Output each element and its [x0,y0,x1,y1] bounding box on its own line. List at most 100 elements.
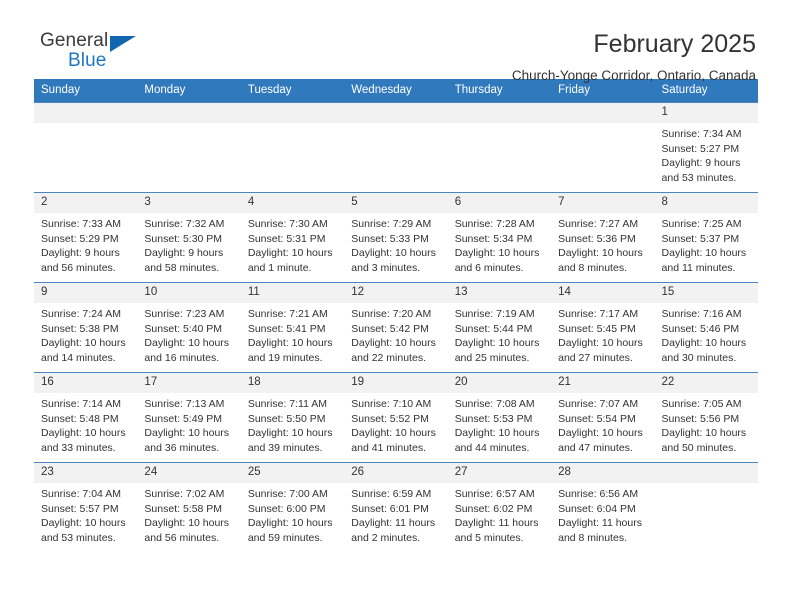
calendar-empty-cell [137,102,241,193]
sunrise-text: Sunrise: 7:32 AM [144,218,225,230]
calendar-day-cell[interactable]: 19 Sunrise: 7:10 AM Sunset: 5:52 PM Dayligh… [344,372,448,463]
day-number: 15 [654,283,758,303]
daylight-text-line1: Daylight: 10 hours [661,247,747,260]
daylight-text-line1: Daylight: 10 hours [41,427,126,440]
calendar-empty-cell [551,102,655,193]
daylight-text-line2: and 50 minutes. [661,441,737,454]
calendar-day-cell[interactable]: 12 Sunrise: 7:20 AM Sunset: 5:42 PM Dayligh… [344,282,448,373]
calendar-day-cell[interactable]: 3 Sunrise: 7:32 AM Sunset: 5:30 PM Daylight… [137,192,241,283]
calendar-day-cell[interactable]: 5 Sunrise: 7:29 AM Sunset: 5:33 PM Daylight… [344,192,448,283]
daylight-text-line1: Daylight: 10 hours [351,427,436,440]
calendar-day-cell[interactable]: 24 Sunrise: 7:02 AM Sunset: 5:58 PM Dayligh… [137,462,241,553]
calendar-day-cell[interactable]: 26 Sunrise: 6:59 AM Sunset: 6:01 PM Dayligh… [344,462,448,553]
day-number: 27 [447,463,552,483]
calendar-day-cell[interactable]: 14 Sunrise: 7:17 AM Sunset: 5:45 PM Dayligh… [551,282,655,373]
weekday-header-monday: Monday [137,79,241,103]
calendar-day-cell[interactable]: 16 Sunrise: 7:14 AM Sunset: 5:48 PM Dayligh… [34,372,138,463]
calendar-day-cell[interactable]: 28 Sunrise: 6:56 AM Sunset: 6:04 PM Dayligh… [551,462,655,553]
sunset-text: Sunset: 5:40 PM [144,322,223,335]
calendar-week-row: 9 Sunrise: 7:24 AM Sunset: 5:38 PM Daylight… [34,282,758,373]
day-number: 23 [34,463,138,483]
calendar-day-cell[interactable]: 8 Sunrise: 7:25 AM Sunset: 5:37 PM Daylight… [654,192,758,283]
page-header: General Blue February 2025 Church-Yonge … [34,0,758,83]
calendar-day-cell[interactable]: 25 Sunrise: 7:00 AM Sunset: 6:00 PM Dayligh… [240,462,345,553]
calendar-day-cell[interactable]: 6 Sunrise: 7:28 AM Sunset: 5:34 PM Daylight… [447,192,552,283]
sunrise-text: Sunrise: 7:08 AM [454,398,535,410]
calendar-day-cell[interactable]: 15 Sunrise: 7:16 AM Sunset: 5:46 PM Dayligh… [654,282,758,373]
sunset-text: Sunset: 5:49 PM [144,412,223,425]
day-details: Sunrise: 6:57 AM Sunset: 6:02 PM Daylight:… [448,483,551,545]
calendar-empty-cell [654,462,758,553]
sunset-text: Sunset: 6:01 PM [351,502,429,515]
calendar-day-cell[interactable]: 17 Sunrise: 7:13 AM Sunset: 5:49 PM Dayligh… [137,372,241,463]
daylight-text-line2: and 11 minutes. [661,261,736,274]
daylight-text-line1: Daylight: 9 hours [661,157,741,170]
day-number: 17 [137,373,241,393]
logo-text-blue: Blue [68,50,107,71]
daylight-text-line2: and 2 minutes. [351,531,421,544]
day-number: 21 [551,373,655,393]
day-details: Sunrise: 7:00 AM Sunset: 6:00 PM Daylight:… [241,483,344,545]
general-blue-logo[interactable]: General Blue [34,30,144,76]
sunrise-text: Sunrise: 6:59 AM [351,488,432,500]
daylight-text-line1: Daylight: 9 hours [144,247,224,260]
sunrise-text: Sunrise: 7:25 AM [661,218,742,230]
calendar-page: General Blue February 2025 Church-Yonge … [0,0,792,612]
calendar-day-cell[interactable]: 21 Sunrise: 7:07 AM Sunset: 5:54 PM Dayligh… [551,372,655,463]
location-subtitle: Church-Yonge Corridor, Ontario, Canada [511,68,756,83]
calendar-day-cell[interactable]: 20 Sunrise: 7:08 AM Sunset: 5:53 PM Dayligh… [447,372,552,463]
daylight-text-line1: Daylight: 10 hours [558,247,643,260]
calendar-day-cell[interactable]: 23 Sunrise: 7:04 AM Sunset: 5:57 PM Dayligh… [34,462,138,553]
day-details: Sunrise: 7:24 AM Sunset: 5:38 PM Daylight:… [34,303,137,365]
daylight-text-line1: Daylight: 11 hours [351,517,436,530]
day-number [34,103,138,123]
day-number: 3 [137,193,241,213]
day-number: 6 [447,193,552,213]
day-number [551,103,655,123]
sunset-text: Sunset: 5:57 PM [41,502,119,515]
sunrise-text: Sunrise: 7:30 AM [247,218,328,230]
calendar-body: 1 Sunrise: 7:34 AM Sunset: 5:27 PM Daylight… [34,102,758,553]
day-number: 24 [137,463,241,483]
day-number [344,103,448,123]
daylight-text-line2: and 3 minutes. [351,261,421,274]
sunset-text: Sunset: 5:52 PM [351,412,429,425]
calendar-day-cell[interactable]: 18 Sunrise: 7:11 AM Sunset: 5:50 PM Dayligh… [240,372,345,463]
calendar-day-cell[interactable]: 7 Sunrise: 7:27 AM Sunset: 5:36 PM Daylight… [551,192,655,283]
day-details: Sunrise: 7:34 AM Sunset: 5:27 PM Daylight:… [655,123,758,185]
sunset-text: Sunset: 5:50 PM [247,412,326,425]
day-number: 25 [240,463,345,483]
daylight-text-line1: Daylight: 10 hours [454,247,540,260]
sunrise-text: Sunrise: 7:02 AM [144,488,225,500]
calendar-day-cell[interactable]: 11 Sunrise: 7:21 AM Sunset: 5:41 PM Dayligh… [240,282,345,373]
calendar-day-cell[interactable]: 2 Sunrise: 7:33 AM Sunset: 5:29 PM Daylight… [34,192,138,283]
calendar-day-cell[interactable]: 4 Sunrise: 7:30 AM Sunset: 5:31 PM Daylight… [240,192,345,283]
calendar-day-cell[interactable]: 9 Sunrise: 7:24 AM Sunset: 5:38 PM Daylight… [34,282,138,373]
calendar-week-row: 2 Sunrise: 7:33 AM Sunset: 5:29 PM Daylight… [34,192,758,283]
sunrise-text: Sunrise: 7:04 AM [41,488,121,500]
weekday-header-tuesday: Tuesday [240,79,345,103]
sunrise-text: Sunrise: 7:34 AM [661,128,742,140]
calendar-empty-cell [447,102,552,193]
daylight-text-line2: and 33 minutes. [41,441,116,454]
calendar-day-cell[interactable]: 27 Sunrise: 6:57 AM Sunset: 6:02 PM Dayligh… [447,462,552,553]
calendar-day-cell[interactable]: 13 Sunrise: 7:19 AM Sunset: 5:44 PM Dayligh… [447,282,552,373]
day-details: Sunrise: 7:14 AM Sunset: 5:48 PM Daylight:… [34,393,137,455]
day-details: Sunrise: 7:25 AM Sunset: 5:37 PM Daylight:… [655,213,758,275]
sunrise-text: Sunrise: 7:24 AM [41,308,121,320]
daylight-text-line2: and 25 minutes. [454,351,530,364]
sunset-text: Sunset: 5:53 PM [454,412,533,425]
sunset-text: Sunset: 5:41 PM [247,322,326,335]
daylight-text-line1: Daylight: 10 hours [661,427,747,440]
sunrise-text: Sunrise: 7:27 AM [558,218,639,230]
daylight-text-line2: and 39 minutes. [247,441,323,454]
daylight-text-line2: and 47 minutes. [558,441,633,454]
daylight-text-line2: and 44 minutes. [454,441,530,454]
day-details: Sunrise: 7:13 AM Sunset: 5:49 PM Daylight:… [137,393,240,455]
sunset-text: Sunset: 5:44 PM [454,322,533,335]
calendar-day-cell[interactable]: 1 Sunrise: 7:34 AM Sunset: 5:27 PM Daylight… [654,102,758,193]
calendar-day-cell[interactable]: 22 Sunrise: 7:05 AM Sunset: 5:56 PM Dayligh… [654,372,758,463]
calendar-day-cell[interactable]: 10 Sunrise: 7:23 AM Sunset: 5:40 PM Dayligh… [137,282,241,373]
sunrise-text: Sunrise: 7:29 AM [351,218,432,230]
daylight-text-line2: and 58 minutes. [144,261,220,274]
